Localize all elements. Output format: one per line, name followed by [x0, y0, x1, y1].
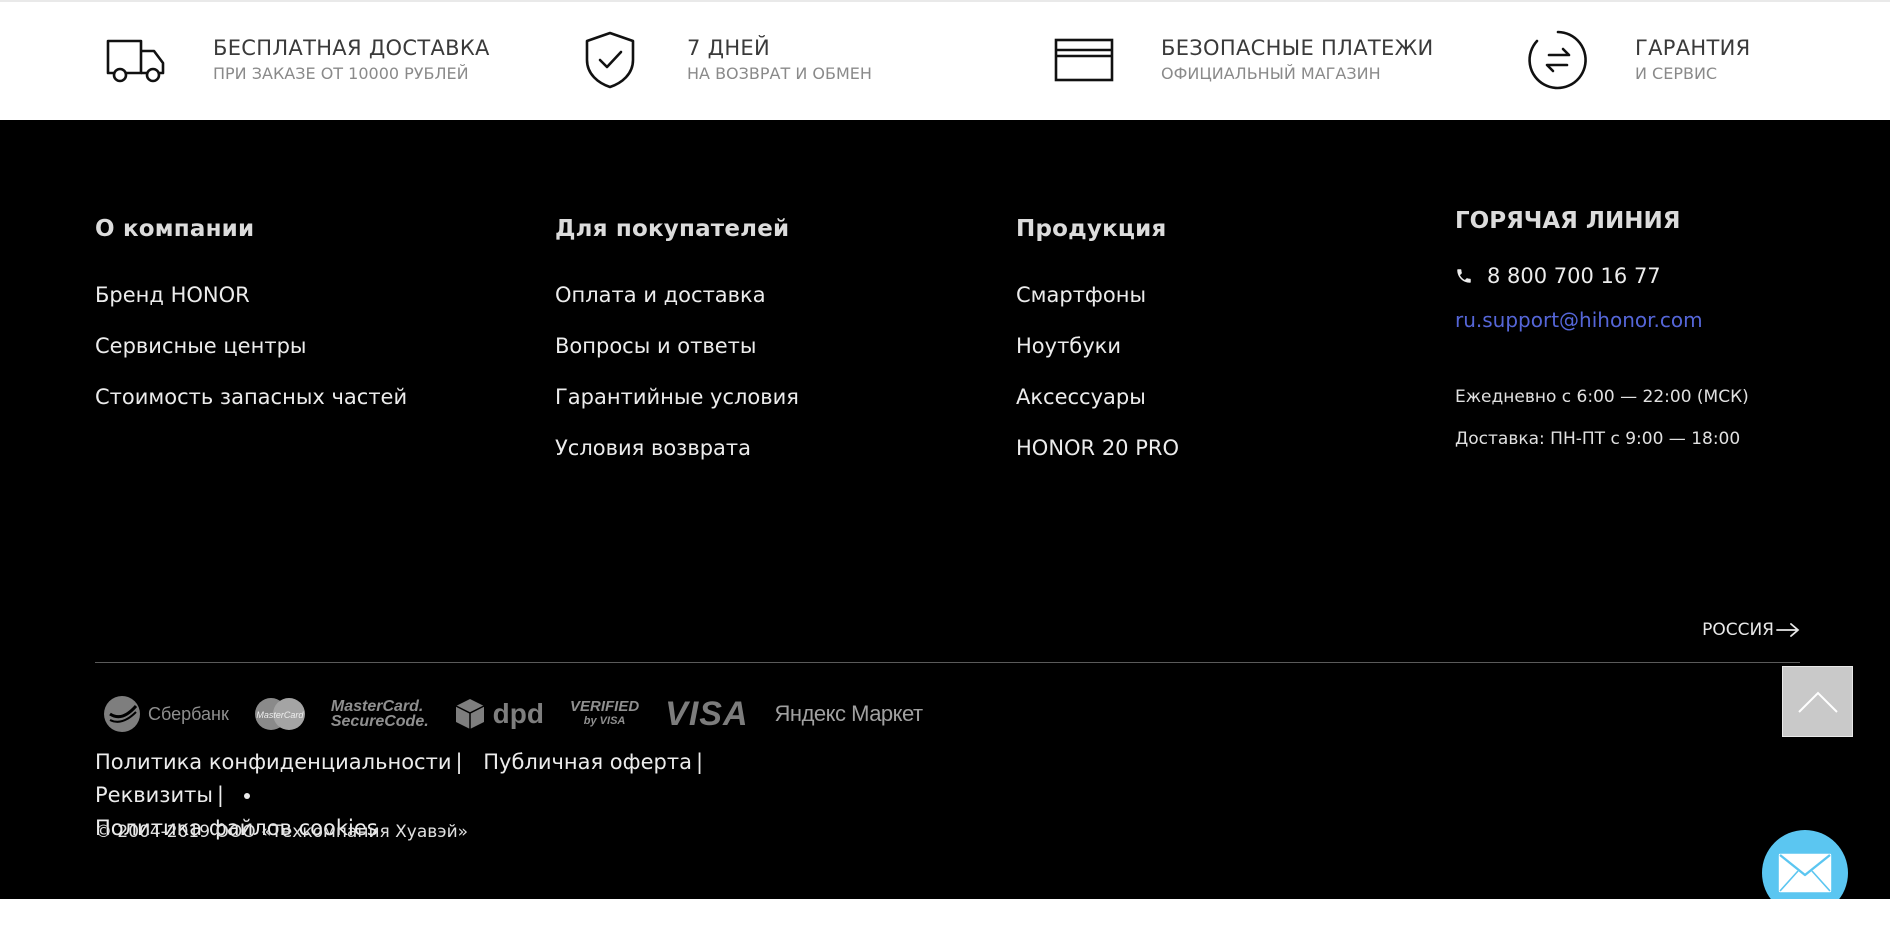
feature-secure-payments: БЕЗОПАСНЫЕ ПЛАТЕЖИ ОФИЦИАЛЬНЫЙ МАГАЗИН [1052, 28, 1434, 92]
payment-logos: Сбербанк MasterCard MasterCard. SecureCo… [104, 694, 949, 734]
region-selector[interactable]: РОССИЯ [1702, 620, 1800, 640]
link-service-centers[interactable]: Сервисные центры [95, 321, 407, 372]
hotline-heading: ГОРЯЧАЯ ЛИНИЯ [1455, 208, 1681, 234]
link-laptops[interactable]: Ноутбуки [1016, 321, 1179, 372]
shield-check-icon [578, 28, 642, 92]
feature-title: ГАРАНТИЯ [1635, 36, 1751, 60]
truck-icon [104, 28, 168, 92]
features-strip: БЕСПЛАТНАЯ ДОСТАВКА ПРИ ЗАКАЗЕ ОТ 10000 … [0, 0, 1890, 120]
feature-subtitle: НА ВОЗВРАТ И ОБМЕН [687, 64, 872, 83]
page-bottom-area [0, 899, 1890, 929]
sberbank-icon [104, 696, 140, 732]
feature-subtitle: ОФИЦИАЛЬНЫЙ МАГАЗИН [1161, 64, 1381, 83]
phone-number: 8 800 700 16 77 [1487, 264, 1661, 288]
footer: О компании Бренд HONOR Сервисные центры … [0, 120, 1890, 899]
phone-icon [1457, 269, 1471, 283]
envelope-icon [1778, 853, 1832, 893]
link-public-offer[interactable]: Публичная оферта [483, 750, 692, 774]
sberbank-logo: Сбербанк [104, 696, 229, 732]
link-accessories[interactable]: Аксессуары [1016, 372, 1179, 423]
working-hours: Ежедневно с 6:00 — 22:00 (МСК) [1455, 387, 1749, 407]
visa-logo: VISA [665, 694, 749, 733]
feature-title: БЕЗОПАСНЫЕ ПЛАТЕЖИ [1161, 36, 1434, 60]
footer-column-company: О компании Бренд HONOR Сервисные центры … [95, 216, 407, 423]
link-payment-delivery[interactable]: Оплата и доставка [555, 270, 799, 321]
link-spare-parts-cost[interactable]: Стоимость запасных частей [95, 372, 407, 423]
mastercard-logo: MasterCard [254, 698, 305, 730]
feature-free-delivery: БЕСПЛАТНАЯ ДОСТАВКА ПРИ ЗАКАЗЕ ОТ 10000 … [104, 28, 490, 92]
feature-return-7-days: 7 ДНЕЙ НА ВОЗВРАТ И ОБМЕН [578, 28, 872, 92]
bullet-dot [244, 793, 250, 799]
feature-subtitle: И СЕРВИС [1635, 64, 1718, 83]
dpd-cube-icon [455, 699, 485, 729]
column-heading: Для покупателей [555, 216, 790, 242]
feature-subtitle: ПРИ ЗАКАЗЕ ОТ 10000 РУБЛЕЙ [213, 64, 469, 83]
hotline-block: ГОРЯЧАЯ ЛИНИЯ 8 800 700 16 77 ru.support… [1455, 208, 1749, 460]
footer-column-products: Продукция Смартфоны Ноутбуки Аксессуары … [1016, 216, 1179, 474]
feature-title: 7 ДНЕЙ [687, 36, 771, 60]
link-faq[interactable]: Вопросы и ответы [555, 321, 799, 372]
verified-by-visa-logo: VERIFIED by VISA [569, 698, 640, 727]
link-smartphones[interactable]: Смартфоны [1016, 270, 1179, 321]
column-heading: Продукция [1016, 216, 1167, 242]
footer-divider [95, 662, 1800, 663]
link-privacy-policy[interactable]: Политика конфиденциальности [95, 750, 451, 774]
yandex-market-logo: Яндекс Маркет [774, 701, 924, 726]
card-icon [1052, 28, 1116, 92]
hotline-phone[interactable]: 8 800 700 16 77 [1455, 264, 1749, 288]
arrow-right-icon [1776, 623, 1800, 637]
chevron-up-icon [1797, 691, 1838, 713]
scroll-to-top-button[interactable] [1782, 666, 1853, 737]
feature-warranty: ГАРАНТИЯ И СЕРВИС [1526, 28, 1751, 92]
link-requisites[interactable]: Реквизиты [95, 783, 213, 807]
region-label: РОССИЯ [1702, 620, 1774, 640]
copyright: © 2004-2019 ООО «Техкомпания Хуавэй» [95, 822, 469, 842]
exchange-icon [1526, 28, 1590, 92]
link-warranty-terms[interactable]: Гарантийные условия [555, 372, 799, 423]
mastercard-securecode-logo: MasterCard. SecureCode. [330, 698, 429, 730]
feature-title: БЕСПЛАТНАЯ ДОСТАВКА [213, 36, 490, 60]
link-return-terms[interactable]: Условия возврата [555, 423, 799, 474]
column-heading: О компании [95, 216, 255, 242]
support-email-link[interactable]: ru.support@hihonor.com [1455, 308, 1749, 332]
link-brand-honor[interactable]: Бренд HONOR [95, 270, 407, 321]
footer-column-customers: Для покупателей Оплата и доставка Вопрос… [555, 216, 799, 474]
dpd-logo: dpd [455, 698, 544, 730]
delivery-hours: Доставка: ПН-ПТ с 9:00 — 18:00 [1455, 429, 1741, 449]
link-honor-20-pro[interactable]: HONOR 20 PRO [1016, 423, 1179, 474]
